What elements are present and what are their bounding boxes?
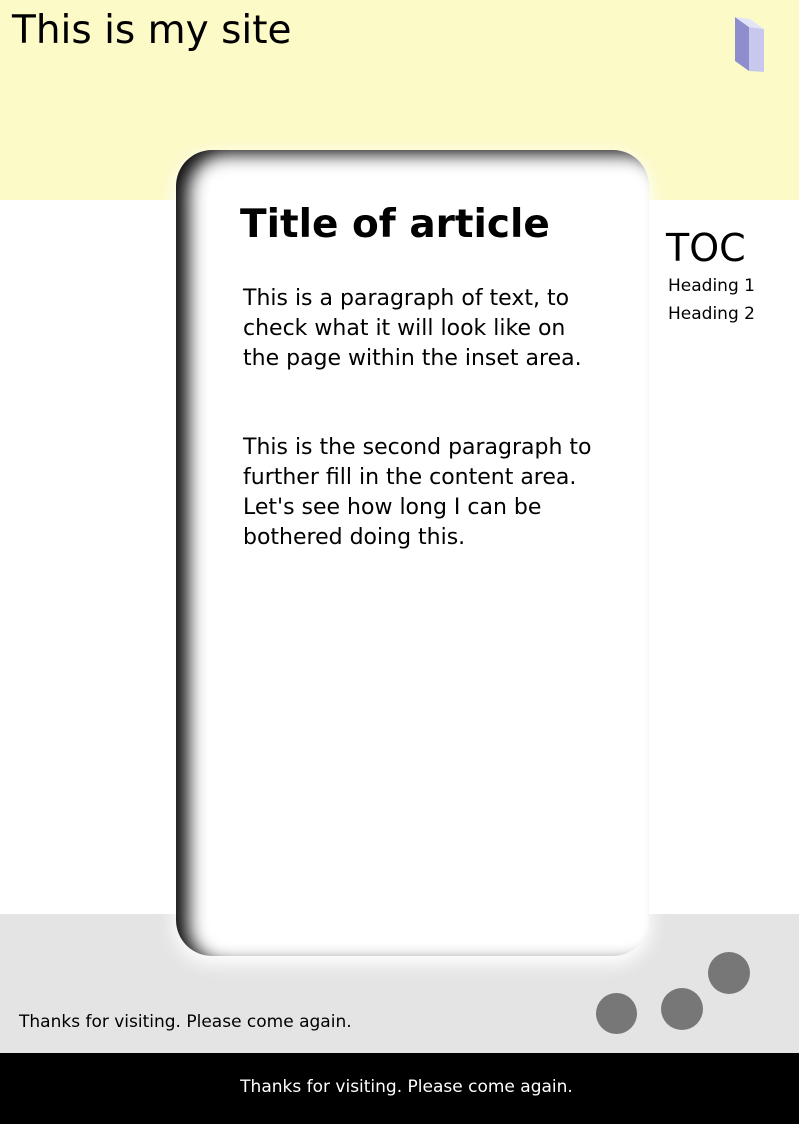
article-title: Title of article — [240, 202, 550, 247]
article-paragraph: This is the second paragraph to further … — [243, 435, 592, 550]
toc-list: Heading 1 Heading 2 — [668, 272, 755, 328]
toc-item-heading-1[interactable]: Heading 1 — [668, 272, 755, 300]
site-title: This is my site — [12, 8, 292, 53]
book-icon — [735, 17, 764, 72]
toc-title: TOC — [666, 226, 746, 270]
footer-bar-text: Thanks for visiting. Please come again. — [240, 1077, 573, 1097]
circle-icon — [708, 952, 750, 994]
circle-icon — [596, 993, 637, 1034]
article-paragraph: This is a paragraph of text, to check wh… — [243, 286, 582, 371]
circle-icon — [661, 988, 703, 1030]
article-card — [176, 150, 649, 956]
footer-text: Thanks for visiting. Please come again. — [19, 1012, 352, 1032]
toc-item-heading-2[interactable]: Heading 2 — [668, 300, 755, 328]
